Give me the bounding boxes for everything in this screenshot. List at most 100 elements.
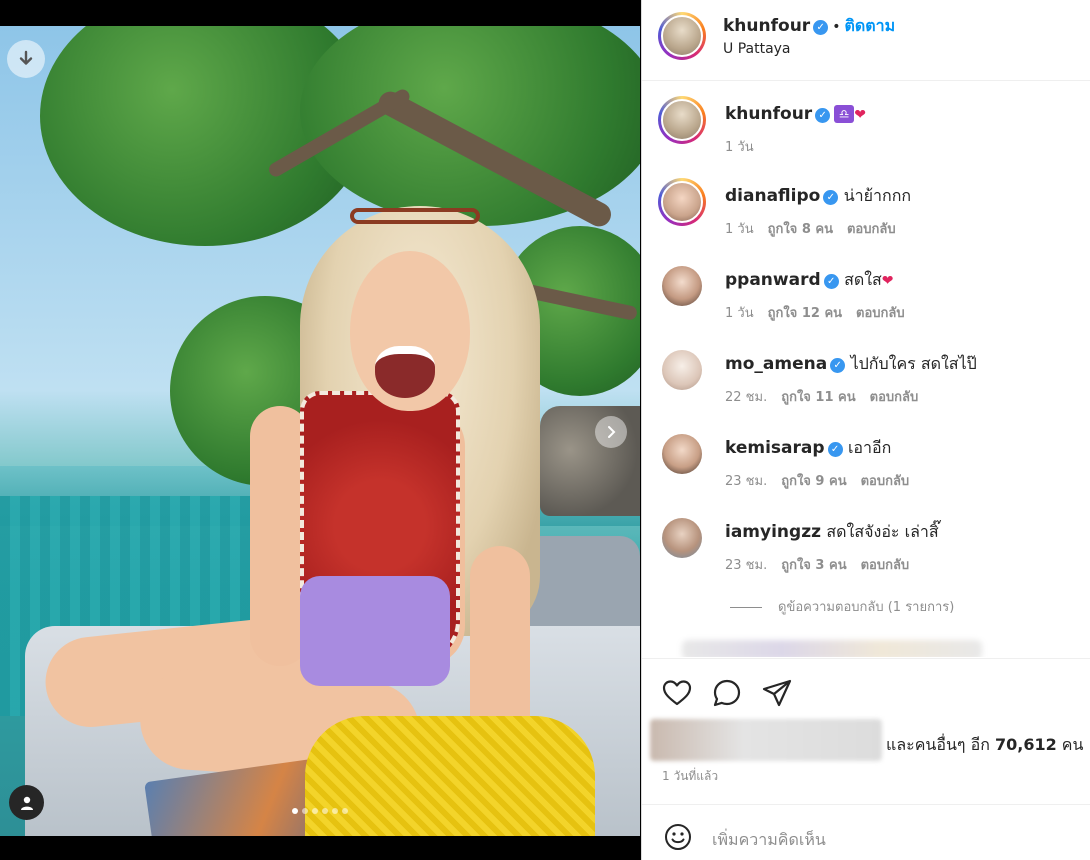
verified-badge-icon: ✓ <box>823 274 839 289</box>
comment-likes[interactable]: ถูกใจ 9 คน <box>781 474 846 489</box>
comment-avatar[interactable] <box>658 178 706 226</box>
user-tags-button[interactable] <box>9 785 44 820</box>
comment-body: สดใส <box>844 270 882 289</box>
comment-likes[interactable]: ถูกใจ 3 คน <box>781 558 846 573</box>
comment-meta: 23 ชม. ถูกใจ 3 คน ตอบกลับ <box>725 554 923 575</box>
comment-text: ppanward ✓ สดใส❤ <box>725 268 894 293</box>
carousel-dot <box>312 808 318 814</box>
likes-prefix: และคนอื่นๆ อีก <box>886 735 995 754</box>
comments-list: khunfour ✓ ♎ ❤ 1 วัน dianaflipo ✓ น่าย้ากกก … <box>642 82 1090 657</box>
verified-badge-icon: ✓ <box>827 442 843 457</box>
reply-button[interactable]: ตอบกลับ <box>861 474 910 489</box>
action-bar: และคนอื่นๆ อีก 70,612 คน 1 วันที่แล้ว <box>642 658 1090 804</box>
caption-username[interactable]: khunfour <box>725 104 812 124</box>
comment-item: iamyingzz สดใสจังอ่ะ เล่าสิ๊ 23 ชม. ถูกใจ… <box>642 502 1090 586</box>
comment-meta: 1 วัน ถูกใจ 12 คน ตอบกลับ <box>725 302 919 323</box>
comment-composer: เพิ่มความคิดเห็น <box>642 804 1090 860</box>
comment-likes[interactable]: ถูกใจ 8 คน <box>768 222 833 237</box>
comment-text: iamyingzz สดใสจังอ่ะ เล่าสิ๊ <box>725 520 939 545</box>
purple-shorts <box>300 576 450 686</box>
follow-button[interactable]: ติดตาม <box>844 16 895 35</box>
post-sidebar: khunfour ✓ • ติดตาม U Pattaya khunfour ✓ ♎ ❤ 1… <box>641 0 1090 860</box>
reply-button[interactable]: ตอบกลับ <box>870 390 919 405</box>
comment-username[interactable]: iamyingzz <box>725 522 821 542</box>
likes-summary[interactable]: และคนอื่นๆ อีก 70,612 คน <box>886 733 1083 758</box>
comment-time[interactable]: 22 ชม. <box>725 390 767 405</box>
verified-badge-icon: ✓ <box>813 20 829 35</box>
libra-emoji: ♎ <box>834 105 855 123</box>
likes-count: 70,612 <box>994 735 1057 754</box>
caption-time[interactable]: 1 วัน <box>725 140 754 155</box>
comment-body: ไปกับใคร สดใสไป๊ <box>850 354 977 373</box>
heart-icon[interactable] <box>661 677 693 709</box>
comment-avatar[interactable] <box>662 434 702 474</box>
divider-line <box>730 607 762 608</box>
comment-time[interactable]: 23 ชม. <box>725 558 767 573</box>
sunglasses <box>350 208 480 224</box>
view-replies-button[interactable]: ดูข้อความตอบกลับ (1 รายการ) <box>730 596 954 617</box>
comment-username[interactable]: kemisarap <box>725 438 825 458</box>
comment-likes[interactable]: ถูกใจ 12 คน <box>768 306 842 321</box>
comment-text: mo_amena ✓ ไปกับใคร สดใสไป๊ <box>725 352 977 377</box>
heart-emoji: ❤ <box>854 107 866 123</box>
reply-button[interactable]: ตอบกลับ <box>856 306 905 321</box>
comment-text: dianaflipo ✓ น่าย้ากกก <box>725 184 911 209</box>
post-image[interactable] <box>0 26 640 836</box>
liked-by-avatars[interactable] <box>650 719 882 761</box>
comment-meta: 1 วัน ถูกใจ 8 คน ตอบกลับ <box>725 218 910 239</box>
author-avatar[interactable] <box>658 12 706 60</box>
emoji-icon[interactable] <box>664 823 692 851</box>
comment-username[interactable]: mo_amena <box>725 354 827 374</box>
blurred-comment <box>682 640 982 657</box>
next-arrow-icon <box>608 426 616 438</box>
comment-meta: 23 ชม. ถูกใจ 9 คน ตอบกลับ <box>725 470 923 491</box>
reply-button[interactable]: ตอบกลับ <box>861 558 910 573</box>
comment-avatar[interactable] <box>662 266 702 306</box>
carousel-dot <box>332 808 338 814</box>
download-icon <box>19 50 33 65</box>
comment-item: kemisarap ✓ เอาอีก 23 ชม. ถูกใจ 9 คน ตอบกลั… <box>642 418 1090 502</box>
verified-badge-icon: ✓ <box>815 108 831 123</box>
likes-suffix: คน <box>1056 735 1084 754</box>
comment-time[interactable]: 1 วัน <box>725 306 754 321</box>
comment-body: เอาอีก <box>847 438 892 457</box>
share-icon[interactable] <box>761 677 793 709</box>
reply-button[interactable]: ตอบกลับ <box>847 222 896 237</box>
caption-meta: 1 วัน <box>725 136 768 157</box>
next-photo-button[interactable] <box>595 416 627 448</box>
download-button[interactable] <box>7 40 45 78</box>
comment-username[interactable]: dianaflipo <box>725 186 820 206</box>
comment-username[interactable]: ppanward <box>725 270 821 290</box>
carousel-dot <box>302 808 308 814</box>
carousel-indicator <box>0 808 640 814</box>
separator: • <box>832 19 841 35</box>
comment-time[interactable]: 23 ชม. <box>725 474 767 489</box>
comment-avatar[interactable] <box>662 518 702 558</box>
carousel-dot <box>322 808 328 814</box>
carousel-dot <box>292 808 298 814</box>
subject-mouth <box>375 346 435 398</box>
comment-icon[interactable] <box>711 677 743 709</box>
comment-item: dianaflipo ✓ น่าย้ากกก 1 วัน ถูกใจ 8 คน ตอบ… <box>642 166 1090 250</box>
verified-badge-icon: ✓ <box>830 358 846 373</box>
caption: khunfour ✓ ♎ ❤ 1 วัน <box>642 84 1090 168</box>
heart-emoji: ❤ <box>881 273 894 289</box>
comment-text: kemisarap ✓ เอาอีก <box>725 436 891 461</box>
comment-likes[interactable]: ถูกใจ 11 คน <box>781 390 855 405</box>
caption-text: khunfour ✓ ♎ ❤ <box>725 104 866 124</box>
comment-body: สดใสจังอ่ะ เล่าสิ๊ <box>826 522 939 541</box>
post-viewer: khunfour ✓ • ติดตาม U Pattaya khunfour ✓ ♎ ❤ 1… <box>0 0 1090 860</box>
comment-item: ppanward ✓ สดใส❤ 1 วัน ถูกใจ 12 คน ตอบกลับ <box>642 250 1090 334</box>
author-line: khunfour ✓ • ติดตาม <box>723 14 895 39</box>
author-username[interactable]: khunfour <box>723 16 810 36</box>
comment-avatar[interactable] <box>662 350 702 390</box>
comment-time[interactable]: 1 วัน <box>725 222 754 237</box>
post-time[interactable]: 1 วันที่แล้ว <box>662 767 718 786</box>
carousel-dot <box>342 808 348 814</box>
location-link[interactable]: U Pattaya <box>723 41 791 57</box>
view-replies-label: ดูข้อความตอบกลับ (1 รายการ) <box>778 600 955 615</box>
comment-item: mo_amena ✓ ไปกับใคร สดใสไป๊ 22 ชม. ถูกใจ 1… <box>642 334 1090 418</box>
rock-wall <box>540 406 640 516</box>
caption-avatar[interactable] <box>658 96 706 144</box>
comment-input[interactable]: เพิ่มความคิดเห็น <box>712 828 826 853</box>
